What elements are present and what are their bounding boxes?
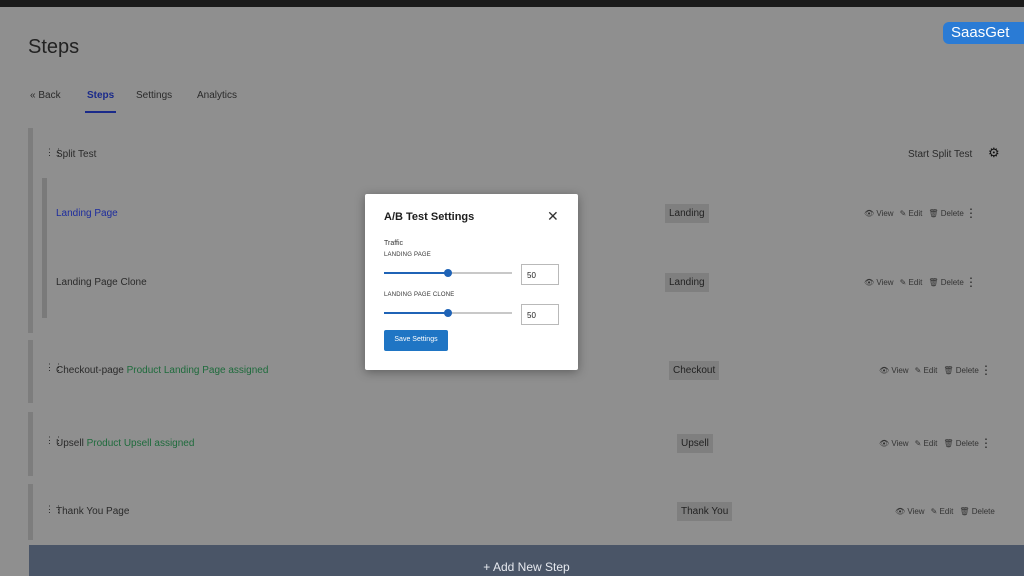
edit-link[interactable]: ✎ Edit xyxy=(915,366,941,375)
slider-handle[interactable] xyxy=(444,269,452,277)
drag-handle-icon[interactable]: ⋮⋮ xyxy=(45,363,63,375)
landing-page-clone-traffic-slider[interactable] xyxy=(384,309,512,317)
close-icon[interactable]: ✕ xyxy=(547,208,559,225)
edit-link[interactable]: ✎ Edit xyxy=(900,209,926,218)
more-options-icon[interactable]: ⋮ xyxy=(965,207,977,219)
step-name-landing-page-clone[interactable]: Landing Page Clone xyxy=(56,277,147,288)
slider-fill xyxy=(384,272,448,274)
step-type-badge: Checkout xyxy=(669,361,720,380)
slider-handle[interactable] xyxy=(444,309,452,317)
view-label: View xyxy=(876,209,894,218)
view-link[interactable]: 👁 View xyxy=(879,439,912,448)
edit-label: Edit xyxy=(923,439,938,448)
modal-title: A/B Test Settings xyxy=(384,211,475,223)
view-label: View xyxy=(891,439,909,448)
landing-page-clone-traffic-label: LANDING PAGE CLONE xyxy=(384,292,455,298)
more-options-icon[interactable]: ⋮ xyxy=(980,437,992,449)
landing-page-traffic-slider[interactable] xyxy=(384,269,512,277)
landing-page-traffic-label: LANDING PAGE xyxy=(384,252,431,258)
step-actions: 👁 View ✎ Edit 🗑 Delete xyxy=(895,507,1001,516)
slider-fill xyxy=(384,312,448,314)
step-actions: 👁 View ✎ Edit 🗑 Delete xyxy=(879,366,985,375)
more-options-icon[interactable]: ⋮ xyxy=(965,276,977,288)
step-name-checkout[interactable]: Checkout-page Product Landing Page assig… xyxy=(56,365,268,376)
delete-link[interactable]: 🗑 Delete xyxy=(943,366,982,375)
split-test-label: Split Test xyxy=(56,149,97,160)
view-label: View xyxy=(891,366,909,375)
step-actions: 👁 View ✎ Edit 🗑 Delete xyxy=(879,439,985,448)
edit-link[interactable]: ✎ Edit xyxy=(900,278,926,287)
delete-label: Delete xyxy=(955,366,979,375)
delete-label: Delete xyxy=(955,439,979,448)
delete-link[interactable]: 🗑 Delete xyxy=(959,507,998,516)
edit-label: Edit xyxy=(908,209,923,218)
landing-page-clone-traffic-input[interactable]: 50 xyxy=(521,304,559,325)
step-name-label: Upsell xyxy=(56,438,84,449)
step-type-badge: Thank You xyxy=(677,502,733,521)
more-options-icon[interactable]: ⋮ xyxy=(980,364,992,376)
step-actions: 👁 View ✎ Edit 🗑 Delete xyxy=(864,209,970,218)
brand-logo: SaasGet xyxy=(943,22,1024,44)
edit-label: Edit xyxy=(939,507,954,516)
step-assigned-note: Product Landing Page assigned xyxy=(126,365,269,376)
delete-label: Delete xyxy=(940,278,964,287)
drag-handle-icon[interactable]: ⋮⋮ xyxy=(45,148,63,160)
delete-label: Delete xyxy=(940,209,964,218)
step-name-thank-you[interactable]: Thank You Page xyxy=(56,506,129,517)
step-type-badge: Landing xyxy=(665,204,709,223)
step-card-thank-you: ⋮⋮ Thank You Page Thank You 👁 View ✎ Edit… xyxy=(28,484,1024,540)
step-assigned-note: Product Upsell assigned xyxy=(86,438,195,449)
add-new-step-button[interactable]: + Add New Step xyxy=(29,545,1024,576)
step-actions: 👁 View ✎ Edit 🗑 Delete xyxy=(864,278,970,287)
delete-link[interactable]: 🗑 Delete xyxy=(928,209,967,218)
start-split-test-button[interactable]: Start Split Test xyxy=(908,149,972,160)
drag-handle-icon[interactable]: ⋮⋮ xyxy=(45,436,63,448)
window-top-bar xyxy=(0,0,1024,7)
delete-label: Delete xyxy=(971,507,995,516)
tab-analytics[interactable]: Analytics xyxy=(197,90,237,101)
view-label: View xyxy=(907,507,925,516)
view-link[interactable]: 👁 View xyxy=(895,507,928,516)
step-card-upsell: ⋮⋮ Upsell Product Upsell assigned Upsell… xyxy=(28,412,1024,476)
tab-settings[interactable]: Settings xyxy=(136,90,172,101)
view-link[interactable]: 👁 View xyxy=(879,366,912,375)
drag-handle-icon[interactable]: ⋮⋮ xyxy=(45,505,63,517)
delete-link[interactable]: 🗑 Delete xyxy=(928,278,967,287)
view-link[interactable]: 👁 View xyxy=(864,209,897,218)
save-settings-button[interactable]: Save Settings xyxy=(384,330,448,351)
tab-back[interactable]: « Back xyxy=(30,90,61,101)
step-type-badge: Landing xyxy=(665,273,709,292)
step-name-landing-page[interactable]: Landing Page xyxy=(56,208,118,219)
view-link[interactable]: 👁 View xyxy=(864,278,897,287)
traffic-label: Traffic xyxy=(384,240,404,247)
landing-page-traffic-input[interactable]: 50 xyxy=(521,264,559,285)
step-type-badge: Upsell xyxy=(677,434,713,453)
edit-link[interactable]: ✎ Edit xyxy=(931,507,957,516)
step-name-upsell[interactable]: Upsell Product Upsell assigned xyxy=(56,438,194,449)
delete-link[interactable]: 🗑 Delete xyxy=(943,439,982,448)
ab-test-settings-modal: A/B Test Settings ✕ Traffic LANDING PAGE… xyxy=(365,194,578,370)
view-label: View xyxy=(876,278,894,287)
page-title: Steps xyxy=(28,36,80,58)
edit-label: Edit xyxy=(923,366,938,375)
gear-icon[interactable]: ⚙ xyxy=(988,145,1000,161)
edit-link[interactable]: ✎ Edit xyxy=(915,439,941,448)
step-name-label: Checkout-page xyxy=(56,365,124,376)
edit-label: Edit xyxy=(908,278,923,287)
tab-steps[interactable]: Steps xyxy=(84,90,117,113)
